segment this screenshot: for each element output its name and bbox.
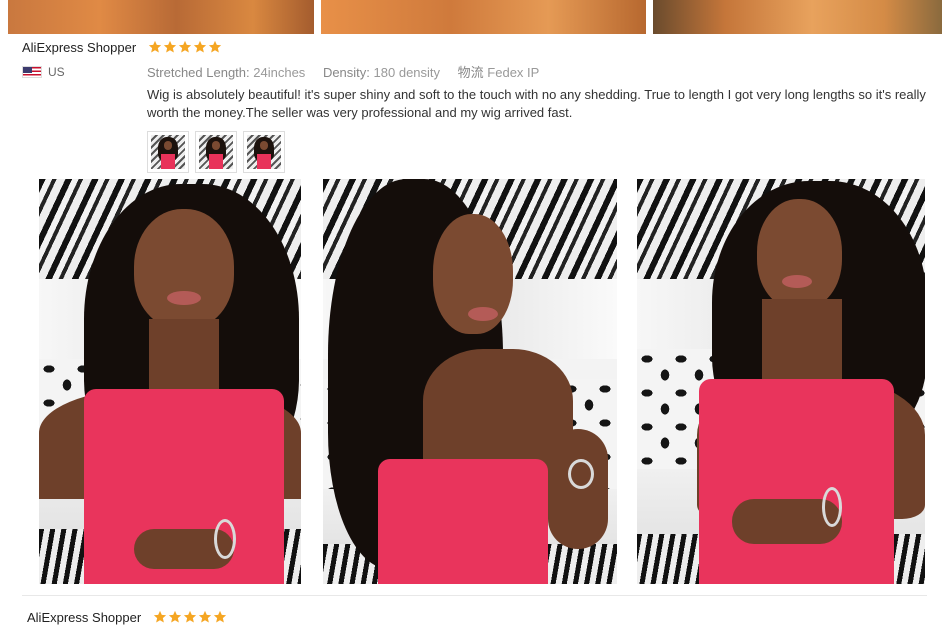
attr-key: Stretched Length:	[147, 65, 250, 80]
previous-review-photos	[0, 0, 950, 36]
attr-value: 180 density	[373, 65, 441, 80]
star-rating	[148, 40, 222, 54]
star-icon	[198, 610, 212, 623]
star-icon	[163, 40, 177, 53]
star-rating	[153, 610, 227, 624]
reviewer-country: US	[22, 65, 65, 79]
review-photo-cropped[interactable]	[653, 0, 942, 34]
star-icon	[168, 610, 182, 623]
us-flag-icon	[22, 66, 42, 78]
star-icon	[193, 40, 207, 53]
country-code: US	[48, 65, 65, 79]
reviewer-name: AliExpress Shopper	[22, 40, 137, 55]
review-photo-cropped[interactable]	[321, 0, 646, 34]
star-icon	[148, 40, 162, 53]
review-photo[interactable]	[39, 179, 301, 584]
purchase-attributes: Stretched Length: 24inches Density: 180 …	[147, 62, 553, 81]
review-text: Wig is absolutely beautiful! it's super …	[147, 87, 926, 120]
review-photo-cropped[interactable]	[8, 0, 314, 34]
star-icon	[178, 40, 192, 53]
star-icon	[153, 610, 167, 623]
star-icon	[208, 40, 222, 53]
star-icon	[183, 610, 197, 623]
review-divider	[22, 595, 927, 596]
review-thumbnail[interactable]	[147, 131, 189, 173]
reviewer-name: AliExpress Shopper	[27, 610, 142, 625]
attr-value: Fedex IP	[487, 65, 540, 80]
review-photo[interactable]	[323, 179, 617, 584]
attr-value: 24inches	[253, 65, 306, 80]
attr-key: 物流	[457, 65, 484, 80]
review-thumbnail[interactable]	[195, 131, 237, 173]
review-thumbnail[interactable]	[243, 131, 285, 173]
review-photo[interactable]	[637, 179, 925, 584]
star-icon	[213, 610, 227, 623]
review-thumbnails	[147, 131, 285, 173]
attr-key: Density:	[322, 65, 370, 80]
